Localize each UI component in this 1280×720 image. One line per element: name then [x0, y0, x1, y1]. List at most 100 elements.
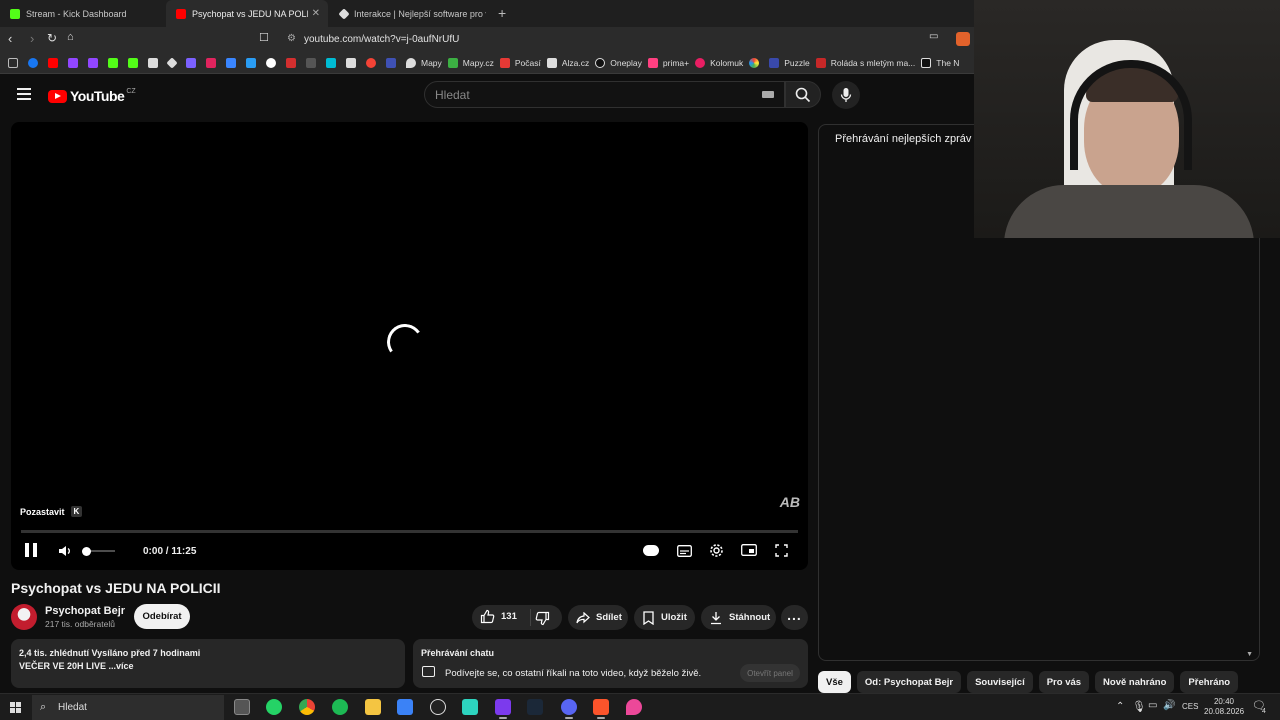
adobe-icon[interactable]: [286, 57, 296, 68]
autoplay-toggle[interactable]: [643, 545, 659, 556]
channel-watermark[interactable]: AB: [780, 494, 800, 510]
channel-name[interactable]: Psychopat Bejr: [45, 605, 125, 617]
volume-tray-icon[interactable]: 🔊: [1163, 700, 1175, 711]
interakce-bookmark-icon[interactable]: [166, 56, 178, 69]
close-icon[interactable]: ✕: [312, 8, 320, 19]
share-button[interactable]: Sdílet: [568, 605, 628, 630]
vs-code-icon[interactable]: [397, 699, 413, 715]
brave-icon[interactable]: [593, 699, 609, 719]
bookmark-alza[interactable]: Alza.cz: [546, 57, 589, 68]
game-icon[interactable]: [206, 57, 216, 68]
tab-kick-dashboard[interactable]: Stream - Kick Dashboard: [0, 0, 166, 27]
settings-gear-icon[interactable]: [709, 543, 724, 558]
volume-icon[interactable]: [58, 544, 72, 558]
steam-icon[interactable]: [527, 699, 543, 715]
fullscreen-icon[interactable]: [775, 544, 788, 557]
apps-grid-icon[interactable]: [8, 57, 18, 68]
microphone-tray-icon[interactable]: 🎙: [1132, 700, 1146, 713]
chrome-icon[interactable]: [299, 699, 315, 715]
tab-youtube-video[interactable]: Psychopat vs JEDU NA POLICII - ✕: [166, 0, 328, 27]
chip-recently-uploaded[interactable]: Nově nahráno: [1095, 671, 1175, 693]
subscribe-button[interactable]: Odebírat: [134, 604, 190, 629]
reload-icon[interactable]: ↻: [47, 31, 57, 45]
tab-interakce[interactable]: Interakce | Nejlepší software pro vyle: [330, 0, 492, 27]
more-actions-button[interactable]: ...: [781, 605, 808, 630]
twitch-dashboard-icon[interactable]: [88, 57, 98, 68]
bookmark-rolada[interactable]: Roláda s mletým ma...: [815, 57, 915, 68]
location-pin-icon[interactable]: [626, 699, 642, 715]
keyboard-icon[interactable]: [762, 91, 774, 98]
cast-icon[interactable]: ▭: [929, 31, 938, 42]
chip-all[interactable]: Vše: [818, 671, 851, 693]
open-panel-button[interactable]: Otevřít panel: [740, 664, 800, 682]
target-icon[interactable]: [366, 57, 376, 68]
language-indicator[interactable]: CES: [1182, 702, 1198, 711]
bookmark-mapy-cz[interactable]: Mapy.cz: [447, 57, 494, 68]
bookmark-icon[interactable]: ☐: [259, 31, 269, 44]
c-icon[interactable]: [326, 57, 336, 68]
calendar-icon[interactable]: [306, 57, 316, 68]
facebook-icon[interactable]: [28, 57, 38, 68]
youtube-logo[interactable]: YouTube CZ: [48, 88, 136, 104]
bookmark-pocasi[interactable]: Počasí: [499, 57, 541, 68]
site-info-icon[interactable]: ⚙: [287, 33, 296, 44]
streaming-app-icon[interactable]: [495, 699, 511, 719]
windows-start-icon[interactable]: [10, 702, 21, 713]
save-button[interactable]: Uložit: [634, 605, 695, 630]
tool-icon[interactable]: [226, 57, 236, 68]
like-button[interactable]: 131: [480, 609, 517, 624]
new-tab-icon[interactable]: +: [498, 5, 506, 21]
channel-avatar[interactable]: [11, 604, 37, 630]
chrome-web-icon[interactable]: [749, 57, 760, 68]
search-button[interactable]: [785, 81, 821, 108]
chat-filter-dropdown[interactable]: Přehrávání nejlepších zpráv ⌄: [835, 133, 982, 145]
voice-search-button[interactable]: [832, 81, 860, 109]
taskbar-search[interactable]: ⌕ Hledat: [32, 695, 224, 720]
system-clock[interactable]: 20:40 20.08.2026: [1204, 697, 1244, 717]
brave-shield-icon[interactable]: [956, 32, 970, 46]
chip-for-you[interactable]: Pro vás: [1038, 671, 1090, 693]
volume-knob[interactable]: [82, 547, 91, 556]
description-box[interactable]: 2,4 tis. zhlédnutí Vysíláno před 7 hodin…: [11, 639, 405, 688]
hamburger-menu-icon[interactable]: [17, 88, 31, 100]
task-view-icon[interactable]: [234, 699, 250, 715]
video-player[interactable]: AB Pozastavit K 0:00 / 11:25: [11, 122, 808, 570]
g-hub-icon[interactable]: [430, 699, 446, 715]
twitch-icon[interactable]: [68, 57, 78, 68]
theater-mode-icon[interactable]: [741, 544, 757, 556]
scroll-down-arrow-icon[interactable]: ▼: [1246, 651, 1253, 658]
search-input[interactable]: Hledat: [424, 81, 785, 108]
link-icon[interactable]: [186, 57, 196, 68]
file-explorer-icon[interactable]: [365, 699, 381, 715]
address-bar[interactable]: ⚙ youtube.com/watch?v=j-0aufNrUfU: [280, 29, 970, 50]
bookmark-mapy[interactable]: Mapy: [406, 57, 442, 68]
forward-icon[interactable]: ›: [30, 31, 34, 46]
anchor-icon[interactable]: [148, 57, 158, 68]
spotify-icon[interactable]: [332, 699, 348, 715]
bookmark-oneplay[interactable]: Oneplay: [595, 57, 642, 68]
chip-related[interactable]: Související: [967, 671, 1033, 693]
bookmark-prima[interactable]: prima+: [647, 57, 689, 68]
bookmark-puzzle[interactable]: Puzzle: [769, 57, 810, 68]
app-icon[interactable]: [462, 699, 478, 715]
kick-bookmark-icon[interactable]: [128, 57, 138, 68]
chevron-up-icon[interactable]: ⌃: [1116, 701, 1124, 712]
subtitles-icon[interactable]: [677, 545, 692, 557]
paypal-icon[interactable]: [246, 57, 256, 68]
home-icon[interactable]: ⌂: [67, 31, 74, 43]
thumbs-down-icon[interactable]: [535, 611, 550, 626]
progress-bar[interactable]: [21, 530, 798, 533]
discord-icon[interactable]: [561, 699, 577, 719]
google-icon[interactable]: [266, 57, 276, 68]
chip-from-channel[interactable]: Od: Psychopat Bejr: [856, 671, 962, 693]
h-icon[interactable]: [346, 57, 356, 68]
youtube-bookmark-icon[interactable]: [48, 57, 58, 68]
back-icon[interactable]: ‹: [8, 31, 12, 46]
pause-icon[interactable]: [25, 543, 37, 557]
bookmark-the-n[interactable]: The N: [921, 57, 959, 68]
chip-watched[interactable]: Přehráno: [1180, 671, 1239, 693]
network-icon[interactable]: ▭: [1148, 700, 1157, 711]
arrow-icon[interactable]: [386, 57, 396, 68]
stats-icon[interactable]: [108, 57, 118, 68]
whatsapp-icon[interactable]: [266, 699, 282, 715]
